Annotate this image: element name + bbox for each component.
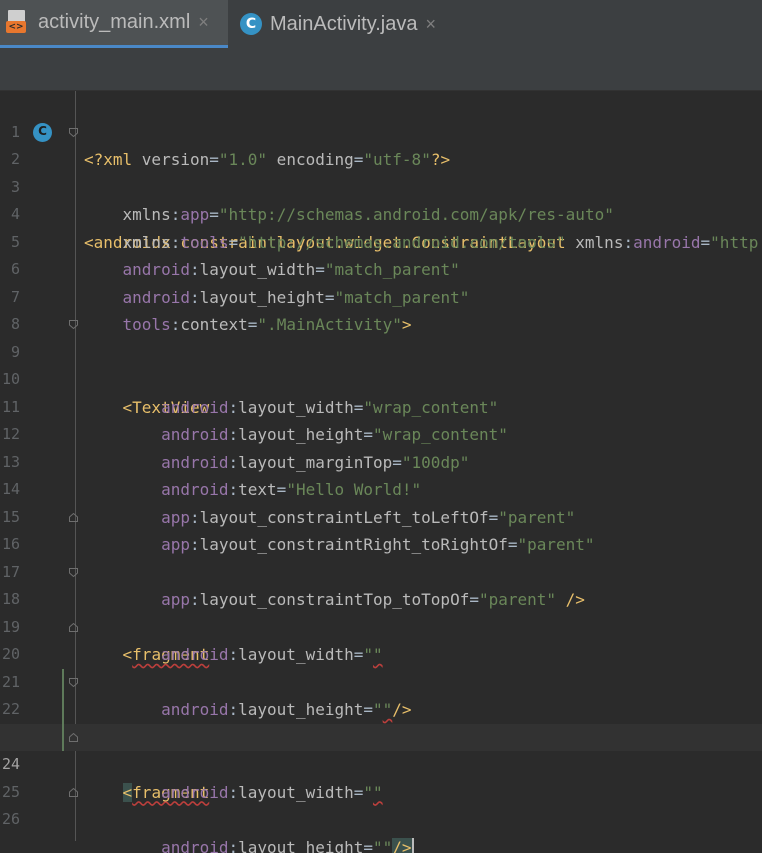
code-line[interactable]: 23 android:layout_width=""	[0, 696, 762, 802]
code-line[interactable]: 7 tools:context=".MainActivity">	[0, 256, 762, 335]
class-icon[interactable]: C	[33, 122, 52, 142]
code-line[interactable]: 4 xmlns:tools="http://schemas.android.co…	[0, 174, 762, 252]
tab-activity-main-xml[interactable]: <> activity_main.xml ×	[0, 0, 228, 48]
code-line[interactable]: 2 C <androidx.constraintlayout.widget.Co…	[0, 119, 762, 252]
xml-file-icon: <>	[6, 9, 30, 36]
close-icon[interactable]: ×	[425, 14, 436, 35]
fold-icon[interactable]	[69, 320, 78, 329]
fold-icon[interactable]	[69, 567, 78, 577]
fold-end-icon[interactable]	[69, 622, 78, 632]
code-line[interactable]: 15 app:layout_constraintRight_toRightOf=…	[0, 476, 762, 555]
code-line[interactable]: 25	[0, 751, 762, 801]
code-line[interactable]: 11 android:layout_height="wrap_content"	[0, 366, 762, 445]
tab-label: activity_main.xml	[38, 11, 191, 33]
class-icon: C	[240, 13, 262, 35]
fold-end-icon[interactable]	[69, 787, 78, 797]
code-line[interactable]: 5 android:layout_width="match_parent"	[0, 201, 762, 280]
vcs-change-marker[interactable]	[62, 696, 64, 724]
code-line[interactable]: 18 <fragment	[0, 559, 762, 664]
fold-icon[interactable]	[69, 127, 78, 137]
code-line-current[interactable]: 24 android:layout_height=""/>	[0, 723, 762, 853]
code-line[interactable]: 6 android:layout_height="match_parent"	[0, 229, 762, 307]
code-lines: 1 <?xml version="1.0" encoding="utf-8"?>…	[0, 91, 762, 853]
code-line[interactable]: 21	[0, 641, 762, 691]
code-editor[interactable]: 1 <?xml version="1.0" encoding="utf-8"?>…	[0, 91, 762, 853]
vcs-change-marker[interactable]	[62, 723, 64, 751]
code-line[interactable]: 14 app:layout_constraintLeft_toLeftOf="p…	[0, 449, 762, 527]
code-text: android:layout_height=""/>	[84, 834, 414, 853]
editor-tab-bar: <> activity_main.xml × C MainActivity.ja…	[0, 0, 762, 48]
vcs-change-marker[interactable]	[62, 668, 64, 696]
code-line[interactable]: 3 xmlns:app="http://schemas.android.com/…	[0, 146, 762, 225]
fold-end-icon[interactable]	[69, 732, 78, 742]
code-line[interactable]: 1 <?xml version="1.0" encoding="utf-8"?>	[0, 91, 762, 170]
code-line[interactable]: 8	[0, 284, 762, 333]
breadcrumb-bar	[0, 48, 762, 91]
text-caret	[411, 838, 414, 853]
code-line[interactable]: 16 app:layout_constraintTop_toTopOf="par…	[0, 504, 762, 609]
code-line[interactable]: 19 android:layout_width=""	[0, 586, 762, 665]
code-line[interactable]: 22 <fragment	[0, 668, 762, 802]
code-line[interactable]: 9 <TextView	[0, 311, 762, 417]
code-line[interactable]: 13 android:text="Hello World!"	[0, 421, 762, 500]
code-line[interactable]: 20 android:layout_height=""/>	[0, 614, 762, 719]
tab-main-activity-java[interactable]: C MainActivity.java ×	[232, 0, 462, 48]
fold-end-icon[interactable]	[69, 512, 78, 522]
tab-label: MainActivity.java	[270, 12, 418, 35]
code-line[interactable]: 10 android:layout_width="wrap_content"	[0, 339, 762, 417]
code-line[interactable]: 26 </androidx.constraintlayout.widget.Co…	[0, 779, 762, 828]
fold-icon[interactable]	[69, 677, 78, 687]
close-icon[interactable]: ×	[198, 12, 209, 33]
line-number: 26	[1, 810, 20, 828]
code-line[interactable]: 17	[0, 531, 762, 581]
code-line[interactable]: 12 android:layout_marginTop="100dp"	[0, 394, 762, 472]
